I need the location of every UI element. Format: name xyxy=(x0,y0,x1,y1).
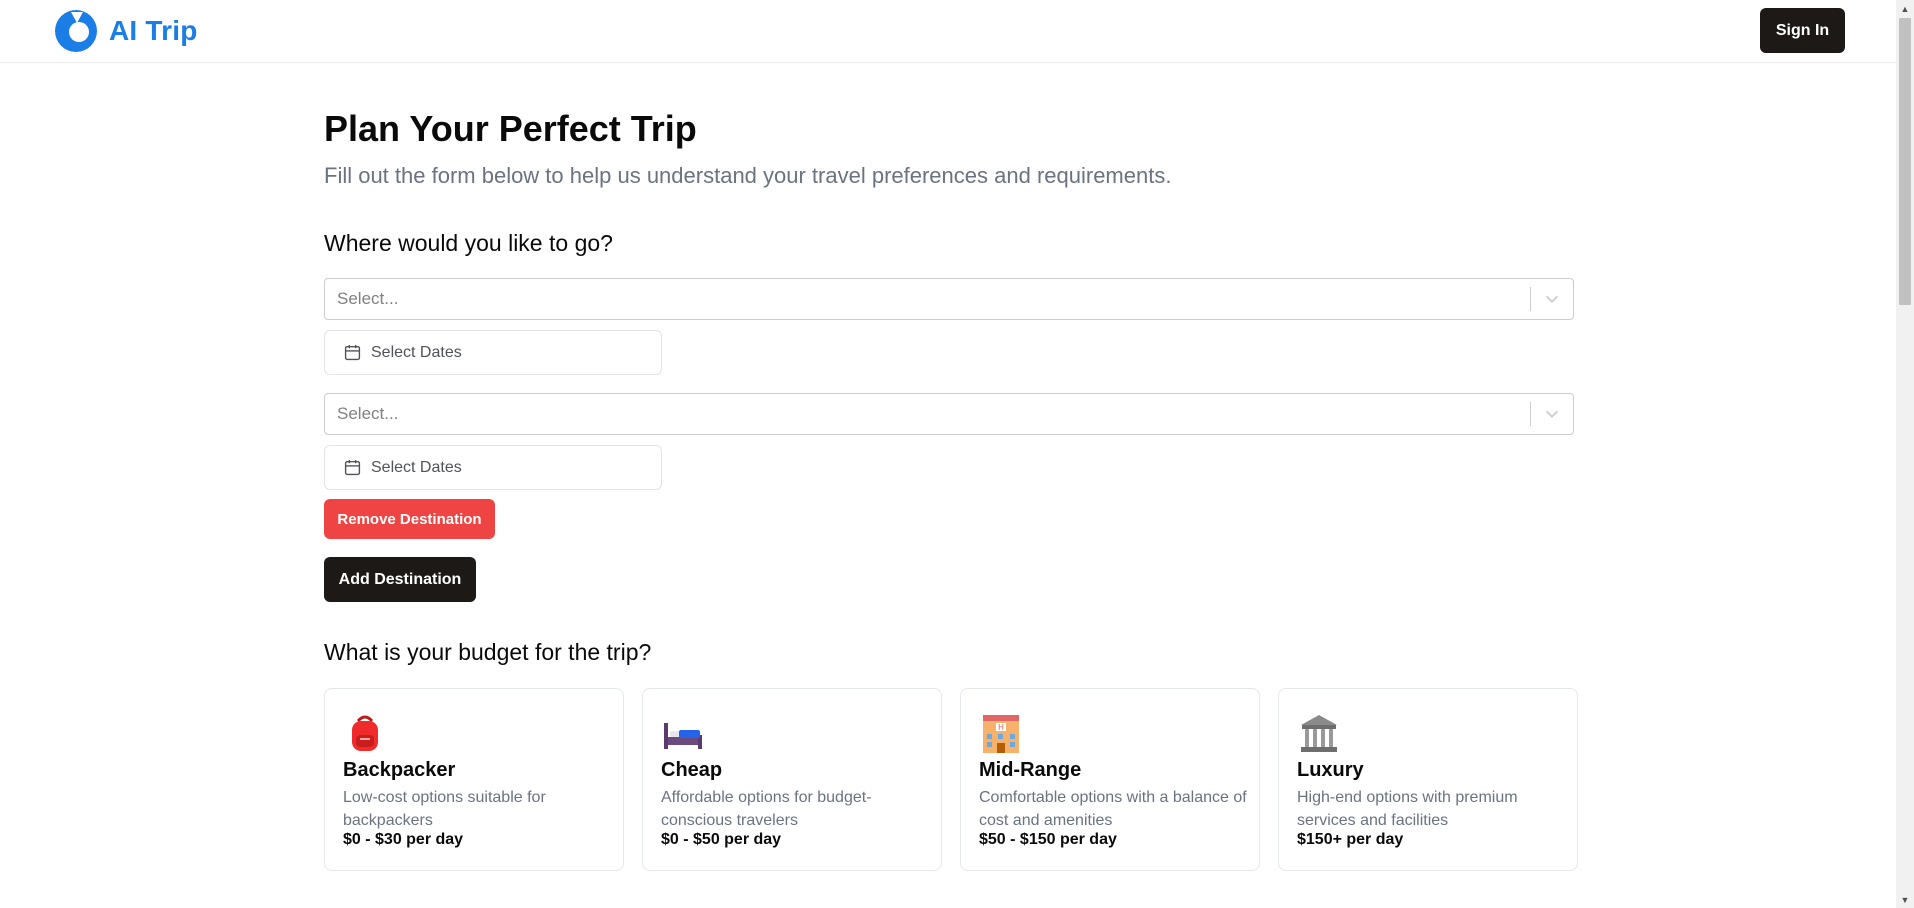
budget-option-price: $150+ per day xyxy=(1297,831,1404,848)
budget-option-description: Low-cost options suitable for backpacker… xyxy=(343,789,546,829)
select-dates-button-1[interactable]: Select Dates xyxy=(324,330,662,375)
logo-icon xyxy=(55,10,97,52)
budget-option-price: $0 - $50 per day xyxy=(661,831,782,848)
budget-option-cheap[interactable]: Cheap Affordable options for budget-cons… xyxy=(642,688,942,871)
scroll-up-arrow-icon[interactable]: ▲ xyxy=(1896,0,1914,17)
backpack-icon xyxy=(352,715,378,751)
sign-in-button[interactable]: Sign In xyxy=(1760,8,1845,53)
destination-select-2[interactable]: Select... xyxy=(324,393,1574,435)
budget-option-mid-range[interactable]: H Mid-Range Comfortable options with a b… xyxy=(960,688,1260,871)
top-nav: AI Trip Sign In xyxy=(0,0,1896,63)
destination-select-1[interactable]: Select... xyxy=(324,278,1574,320)
destination-select-placeholder: Select... xyxy=(337,289,399,308)
add-destination-button[interactable]: Add Destination xyxy=(324,557,476,602)
chevron-down-icon[interactable] xyxy=(1543,290,1561,308)
brand-name: AI Trip xyxy=(109,15,198,46)
destination-select-placeholder: Select... xyxy=(337,404,399,423)
budget-option-description: Affordable options for budget-conscious … xyxy=(661,789,872,829)
classical-building-icon xyxy=(1301,715,1337,752)
select-separator xyxy=(1530,402,1531,426)
select-dates-label: Select Dates xyxy=(371,459,462,476)
scrollbar-thumb[interactable] xyxy=(1899,18,1911,305)
hotel-icon: H xyxy=(983,715,1019,753)
chevron-down-icon[interactable] xyxy=(1543,405,1561,423)
select-dates-label: Select Dates xyxy=(371,344,462,361)
budget-option-price: $50 - $150 per day xyxy=(979,831,1117,848)
select-dates-button-2[interactable]: Select Dates xyxy=(324,445,662,490)
page-title: Plan Your Perfect Trip xyxy=(324,108,697,149)
scroll-down-arrow-icon[interactable]: ▼ xyxy=(1896,891,1914,908)
budget-option-title: Backpacker xyxy=(343,759,456,781)
calendar-icon xyxy=(344,345,361,361)
destination-question: Where would you like to go? xyxy=(324,230,613,256)
select-separator xyxy=(1530,287,1531,311)
budget-option-title: Cheap xyxy=(661,759,723,781)
budget-option-description: High-end options with premium services a… xyxy=(1297,789,1518,829)
budget-option-backpacker[interactable]: Backpacker Low-cost options suitable for… xyxy=(324,688,624,871)
calendar-icon xyxy=(344,460,361,476)
page-scrollbar[interactable]: ▲ ▼ xyxy=(1896,0,1914,908)
budget-option-price: $0 - $30 per day xyxy=(343,831,464,848)
page-subtitle: Fill out the form below to help us under… xyxy=(324,163,1172,188)
brand-logo[interactable]: AI Trip xyxy=(53,8,198,54)
budget-option-title: Mid-Range xyxy=(979,759,1082,781)
bed-icon xyxy=(664,723,702,749)
budget-option-title: Luxury xyxy=(1297,759,1364,781)
budget-question: What is your budget for the trip? xyxy=(324,639,652,665)
svg-text:H: H xyxy=(998,723,1004,732)
budget-option-description: Comfortable options with a balance of co… xyxy=(979,789,1247,829)
budget-option-luxury[interactable]: Luxury High-end options with premium ser… xyxy=(1278,688,1578,871)
remove-destination-button[interactable]: Remove Destination xyxy=(324,499,495,539)
